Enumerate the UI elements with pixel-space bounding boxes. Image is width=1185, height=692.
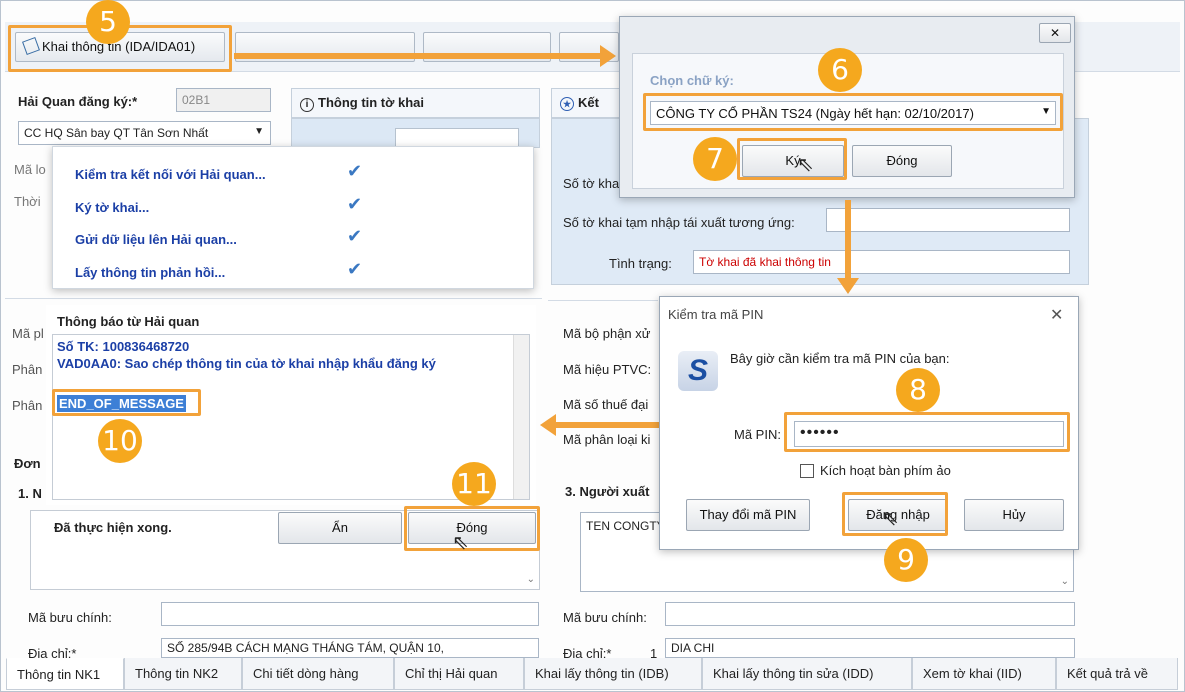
checkmark-icon: ✔ xyxy=(347,226,363,247)
info-panel-header: i Thông tin tờ khai xyxy=(291,88,540,118)
hq-select[interactable]: CC HQ Sân bay QT Tân Sơn Nhất ▼ xyxy=(18,121,271,145)
pin-dialog-title: Kiểm tra mã PIN xyxy=(668,307,764,322)
progress-popup: Kiểm tra kết nối với Hải quan... Ký tờ k… xyxy=(52,146,534,289)
tinh-trang-field: Tờ khai đã khai thông tin xyxy=(693,250,1070,274)
notice-line-vad: VAD0AA0: Sao chép thông tin của tờ khai … xyxy=(57,356,436,371)
thoi-label: Thời xyxy=(14,194,41,209)
ma-buu-chinh-label-left: Mã bưu chính: xyxy=(28,610,112,625)
change-pin-button[interactable]: Thay đổi mã PIN xyxy=(686,499,810,531)
hide-button[interactable]: Ẩn xyxy=(278,512,402,544)
step-6-highlight xyxy=(643,93,1063,131)
progress-item-fetch: Lấy thông tin phản hồi... xyxy=(75,265,226,280)
progress-item-send: Gửi dữ liệu lên Hải quan... xyxy=(75,232,237,247)
ma-buu-chinh-field-right[interactable] xyxy=(665,602,1075,626)
virtual-keyboard-label: Kích hoạt bàn phím ảo xyxy=(820,463,951,478)
step-11-highlight xyxy=(404,506,540,551)
dia-chi-field-right[interactable]: DIA CHI xyxy=(665,638,1075,658)
step-6-badge: 6 xyxy=(818,48,862,92)
step-9-badge: 9 xyxy=(884,538,928,582)
ma-phan-loai-label: Mã phân loại ki xyxy=(563,432,651,447)
nguoi-xuat-value: TEN CONGTY xyxy=(586,519,665,533)
so-to-khai-label: Số tờ kha xyxy=(563,176,620,191)
info-icon: i xyxy=(300,98,314,112)
progress-item-sign: Ký tờ khai... xyxy=(75,200,150,215)
notice-scrollbar[interactable] xyxy=(513,335,529,499)
virtual-keyboard-checkbox[interactable] xyxy=(800,464,814,478)
tab-chi-thi-hai-quan[interactable]: Chỉ thị Hải quan xyxy=(394,658,524,690)
arrow-head-down xyxy=(837,278,859,294)
phan-label-1: Phân xyxy=(12,362,43,377)
pin-message: Bây giờ cần kiểm tra mã PIN của bạn: xyxy=(730,351,950,366)
result-panel-header: ★ Kết xyxy=(551,88,621,118)
ma-hieu-ptvc-label: Mã hiệu PTVC: xyxy=(563,362,652,377)
star-icon: ★ xyxy=(560,97,574,111)
section-divider-right xyxy=(548,300,658,301)
don-label: Đơn xyxy=(14,456,41,471)
step-11-badge: 11 xyxy=(452,462,496,506)
chevron-down-icon: ⌄ xyxy=(526,574,535,585)
notice-line-so-tk: Số TK: 100836468720 xyxy=(57,339,190,354)
nguoi-xuat-label: 3. Người xuất xyxy=(565,484,650,499)
tab-ket-qua-tra-ve[interactable]: Kết quả trả về xyxy=(1056,658,1178,690)
step-10-highlight xyxy=(52,389,201,416)
step-10-badge: 10 xyxy=(98,419,142,463)
step-7-highlight xyxy=(737,138,847,180)
signature-close-x[interactable]: ✕ xyxy=(1039,23,1071,43)
progress-item-connect: Kiểm tra kết nối với Hải quan... xyxy=(75,167,266,182)
done-text: Đã thực hiện xong. xyxy=(54,520,172,535)
step-5-badge: 5 xyxy=(86,0,130,44)
checkmark-icon: ✔ xyxy=(347,194,363,215)
hq-label: Hải Quan đăng ký:* xyxy=(18,94,138,109)
arrow-7-to-8 xyxy=(845,200,851,280)
app-logo-icon: S xyxy=(678,351,718,391)
ma-label: Mã lo xyxy=(14,162,46,177)
signature-label: Chọn chữ ký: xyxy=(650,73,734,88)
pin-label: Mã PIN: xyxy=(734,427,781,442)
tab-chi-tiet-dong-hang[interactable]: Chi tiết dòng hàng xyxy=(242,658,394,690)
step-8-highlight xyxy=(784,412,1070,452)
tab-khai-lay-thong-tin-sua[interactable]: Khai lấy thông tin sửa (IDD) xyxy=(702,658,912,690)
ma-pl-label: Mã pl xyxy=(12,326,44,341)
step-8-badge: 8 xyxy=(896,368,940,412)
arrow-head-left xyxy=(540,414,556,436)
mouse-cursor-icon: ⇖ xyxy=(797,154,814,176)
ma-bo-phan-label: Mã bộ phận xử xyxy=(563,326,651,341)
chevron-down-icon: ▼ xyxy=(254,126,264,137)
tab-thong-tin-nk2[interactable]: Thông tin NK2 xyxy=(124,658,242,690)
hq-code-field[interactable]: 02B1 xyxy=(176,88,271,112)
checkmark-icon: ✔ xyxy=(347,161,363,182)
notice-title: Thông báo từ Hải quan xyxy=(57,314,200,329)
tab-xem-to-khai[interactable]: Xem tờ khai (IID) xyxy=(912,658,1056,690)
ma-buu-chinh-label-right: Mã bưu chính: xyxy=(563,610,647,625)
tab-thong-tin-nk1[interactable]: Thông tin NK1 xyxy=(6,658,124,690)
dia-chi-field-left[interactable]: SỐ 285/94B CÁCH MẠNG THÁNG TÁM, QUẬN 10, xyxy=(161,638,539,658)
info-panel-field[interactable] xyxy=(395,128,519,148)
so-to-khai-tam-field[interactable] xyxy=(826,208,1070,232)
cancel-button[interactable]: Hủy xyxy=(964,499,1064,531)
ma-so-thue-label: Mã số thuế đại xyxy=(563,397,649,412)
checkmark-icon: ✔ xyxy=(347,259,363,280)
so-to-khai-tam-label: Số tờ khai tạm nhập tái xuất tương ứng: xyxy=(563,215,795,230)
ma-buu-chinh-field-left[interactable] xyxy=(161,602,539,626)
section-divider xyxy=(5,298,542,299)
hq-select-value: CC HQ Sân bay QT Tân Sơn Nhất xyxy=(24,126,209,140)
chevron-down-icon: ⌄ xyxy=(1060,576,1069,587)
mouse-cursor-icon: ⇖ xyxy=(452,532,469,554)
tab-khai-lay-thong-tin[interactable]: Khai lấy thông tin (IDB) xyxy=(524,658,702,690)
step-7-badge: 7 xyxy=(693,137,737,181)
mouse-cursor-icon: ⇖ xyxy=(882,508,899,530)
arrow-head-right xyxy=(600,45,616,67)
phan-label-2: Phân xyxy=(12,398,43,413)
tinh-trang-label: Tình trạng: xyxy=(609,256,672,271)
section1-label: 1. N xyxy=(18,486,42,501)
pin-dialog-close-x[interactable]: ✕ xyxy=(1050,305,1063,325)
arrow-5-to-6 xyxy=(234,53,606,59)
signature-close-button[interactable]: Đóng xyxy=(852,145,952,177)
arrow-9-to-10 xyxy=(556,422,662,428)
